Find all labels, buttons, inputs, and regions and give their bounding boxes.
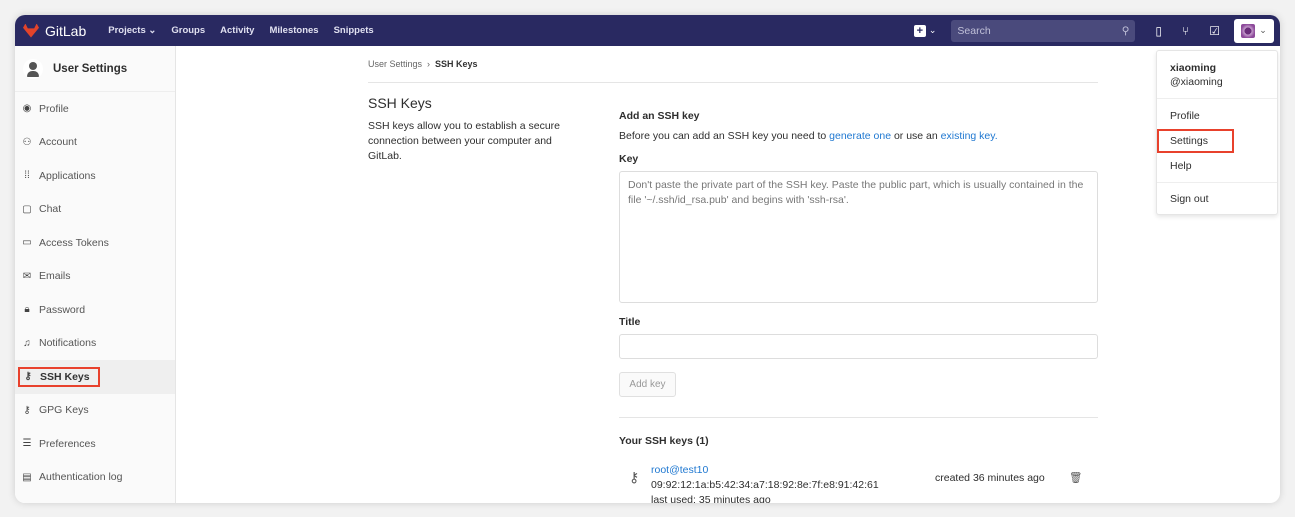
sidebar-icon: ▢ <box>22 203 32 215</box>
page-title: SSH Keys <box>368 95 432 111</box>
nav-activity[interactable]: Activity <box>220 25 254 36</box>
sidebar-icon: ♫ <box>23 337 31 349</box>
sidebar-item-emails[interactable]: ✉ Emails <box>15 260 175 294</box>
ssh-key-last-used: last used: 35 minutes ago <box>651 494 771 503</box>
sidebar-item-label: Chat <box>39 203 62 216</box>
ssh-keys-heading: Your SSH keys (1) <box>619 435 709 447</box>
add-key-button[interactable]: Add key <box>619 372 676 397</box>
nav-groups[interactable]: Groups <box>171 25 205 36</box>
form-help: Before you can add an SSH key you need t… <box>619 130 998 142</box>
sidebar-item-access-tokens[interactable]: ▭ Access Tokens <box>15 226 175 260</box>
gitlab-fox-icon <box>23 23 39 38</box>
sidebar-icon: ▭ <box>22 237 32 249</box>
divider <box>619 417 1098 418</box>
user-menu-button[interactable]: ⌄ <box>1234 18 1274 43</box>
sidebar-item-label: Access Tokens <box>39 236 109 249</box>
sidebar-icon: ☰ <box>22 438 32 450</box>
key-icon: ⚷ <box>629 469 640 485</box>
sidebar-item-label: Preferences <box>39 437 96 450</box>
title-input[interactable] <box>619 334 1098 359</box>
dropdown-settings[interactable]: Settings <box>1157 128 1277 153</box>
page-description: SSH keys allow you to establish a secure… <box>368 120 561 162</box>
key-label: Key <box>619 153 639 165</box>
sidebar-item-label: Authentication log <box>39 471 123 484</box>
form-heading: Add an SSH key <box>619 110 700 122</box>
ssh-key-created: created 36 minutes ago <box>935 472 1045 484</box>
dropdown-user-name: xiaoming <box>1170 62 1217 74</box>
sidebar-item-authentication-log[interactable]: ▤ Authentication log <box>15 461 175 495</box>
key-textarea[interactable]: Don't paste the private part of the SSH … <box>619 171 1098 303</box>
existing-key-link[interactable]: existing key. <box>941 130 998 142</box>
top-navbar: GitLab Projects ⌄ Groups Activity Milest… <box>15 15 1280 46</box>
sidebar-icon: 🔒︎ <box>24 304 30 316</box>
chevron-down-icon: ⌄ <box>928 25 937 35</box>
browser-window: GitLab Projects ⌄ Groups Activity Milest… <box>15 15 1280 503</box>
generate-one-link[interactable]: generate one <box>829 130 891 142</box>
sidebar-item-applications[interactable]: ⁞⁞ Applications <box>15 159 175 193</box>
todos-icon[interactable]: ☑ <box>1209 24 1220 38</box>
dropdown-username: @xiaoming <box>1170 76 1223 88</box>
sidebar-icon: ⚇ <box>22 136 32 148</box>
nav-snippets[interactable]: Snippets <box>334 25 374 36</box>
sidebar-item-label: Password <box>39 303 86 316</box>
sidebar-icon: ⚷ <box>23 404 31 416</box>
nav-projects[interactable]: Projects ⌄ <box>108 25 156 36</box>
new-plus-icon[interactable]: + <box>913 24 926 37</box>
brand-name: GitLab <box>45 22 87 39</box>
dropdown-help[interactable]: Help <box>1157 153 1277 178</box>
sidebar-icon: ✉ <box>22 270 32 282</box>
user-icon <box>23 58 43 79</box>
sidebar-icon: ▤ <box>22 471 32 483</box>
sidebar-item-label: Account <box>39 136 77 149</box>
sidebar-item-notifications[interactable]: ♫ Notifications <box>15 327 175 361</box>
sidebar-item-preferences[interactable]: ☰ Preferences <box>15 427 175 461</box>
sidebar-item-password[interactable]: 🔒︎ Password <box>15 293 175 327</box>
sidebar-icon: ⁞⁞ <box>24 170 30 182</box>
user-dropdown-menu: xiaoming @xiaoming Profile Settings Help … <box>1156 50 1278 215</box>
search-icon: ⚲ <box>1121 24 1130 37</box>
nav-milestones[interactable]: Milestones <box>269 25 318 36</box>
sidebar: User Settings ◉ Profile ⚇ Account ⁞⁞ Applicat… <box>15 46 176 503</box>
dropdown-profile[interactable]: Profile <box>1157 103 1277 128</box>
sidebar-icon: ◉ <box>22 103 32 115</box>
breadcrumb-current: SSH Keys <box>435 59 478 69</box>
sidebar-item-account[interactable]: ⚇ Account <box>15 126 175 160</box>
sidebar-item-ssh-keys[interactable]: ⚷ SSH Keys <box>15 360 175 394</box>
search-input[interactable]: Search ⚲ <box>951 19 1136 42</box>
title-label: Title <box>619 316 641 328</box>
issues-icon[interactable]: ▯ <box>1155 24 1162 38</box>
sidebar-item-label: Profile <box>39 102 69 115</box>
dropdown-sign-out[interactable]: Sign out <box>1157 186 1277 211</box>
sidebar-item-label: Emails <box>39 270 71 283</box>
sidebar-item-profile[interactable]: ◉ Profile <box>15 92 175 126</box>
sidebar-item-chat[interactable]: ▢ Chat <box>15 193 175 227</box>
delete-trash-icon[interactable]: 🗑︎ <box>1069 471 1082 486</box>
sidebar-item-label: GPG Keys <box>39 404 89 417</box>
ssh-key-title-link[interactable]: root@test10 <box>651 464 708 476</box>
ssh-key-fingerprint: 09:92:12:1a:b5:42:34:a7:18:92:8e:7f:e8:9… <box>651 479 879 491</box>
sidebar-item-label: Applications <box>39 169 96 182</box>
breadcrumb-parent[interactable]: User Settings <box>368 59 422 69</box>
sidebar-title: User Settings <box>53 62 128 75</box>
merge-requests-icon[interactable]: ⑂ <box>1182 24 1189 38</box>
divider <box>368 82 1098 83</box>
sidebar-item-gpg-keys[interactable]: ⚷ GPG Keys <box>15 394 175 428</box>
sidebar-item-label: Notifications <box>39 337 97 350</box>
sidebar-icon: ⚷ <box>24 371 32 383</box>
gitlab-logo[interactable]: GitLab <box>23 23 86 39</box>
sidebar-item-label: SSH Keys <box>40 370 90 383</box>
breadcrumb: User Settings › SSH Keys <box>368 59 478 69</box>
avatar <box>1241 23 1256 38</box>
